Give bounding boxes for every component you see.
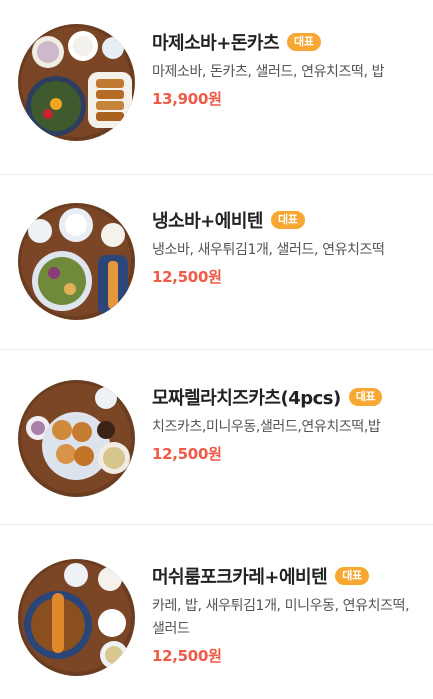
menu-item-4[interactable]: 머쉬룸포크카레+에비텐 대표 카레, 밥, 새우튀김1개, 미니우동, 연유치즈… <box>0 525 433 699</box>
signature-badge: 대표 <box>335 567 369 585</box>
menu-description: 마제소바, 돈카츠, 샐러드, 연유치즈떡, 밥 <box>152 64 385 80</box>
menu-item-2[interactable]: 냉소바+에비텐 대표 냉소바, 새우튀김1개, 샐러드, 연유치즈떡 12,50… <box>0 175 433 350</box>
signature-badge: 대표 <box>270 211 305 229</box>
menu-price: 13,900원 <box>152 90 222 108</box>
menu-price: 12,500원 <box>152 268 222 286</box>
menu-photo[interactable] <box>18 24 135 141</box>
signature-badge: 대표 <box>287 33 321 51</box>
menu-photo[interactable] <box>18 203 135 320</box>
menu-name: 모짜렐라치즈카츠(4pcs) <box>152 388 341 409</box>
menu-description: 카레, 밥, 새우튀김1개, 미니우동, 연유치즈떡, 샐러드 <box>152 598 410 637</box>
menu-description: 치즈카츠,미니우동,샐러드,연유치즈떡,밥 <box>152 419 381 435</box>
menu-price: 12,500원 <box>152 647 222 665</box>
menu-description: 냉소바, 새우튀김1개, 샐러드, 연유치즈떡 <box>152 242 385 258</box>
signature-badge: 대표 <box>348 388 383 406</box>
menu-name: 머쉬룸포크카레+에비텐 <box>152 567 328 588</box>
menu-item-3[interactable]: 모짜렐라치즈카츠(4pcs) 대표 치즈카츠,미니우동,샐러드,연유치즈떡,밥 … <box>0 350 433 525</box>
menu-photo[interactable] <box>18 559 135 676</box>
menu-price: 12,500원 <box>152 445 222 463</box>
menu-name: 마제소바+돈카츠 <box>152 33 280 54</box>
menu-item-1[interactable]: 마제소바+돈카츠 대표 마제소바, 돈카츠, 샐러드, 연유치즈떡, 밥 13,… <box>0 0 433 175</box>
menu-photo[interactable] <box>18 380 135 497</box>
menu-name: 냉소바+에비텐 <box>152 211 263 232</box>
menu-list: 마제소바+돈카츠 대표 마제소바, 돈카츠, 샐러드, 연유치즈떡, 밥 13,… <box>0 0 433 699</box>
